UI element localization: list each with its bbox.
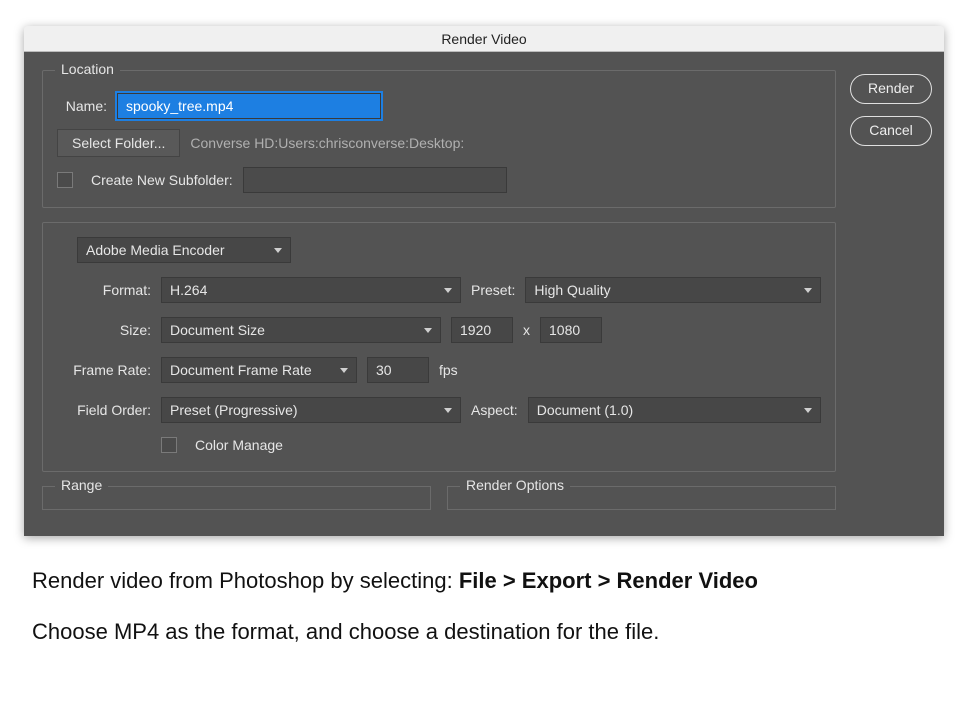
framerate-label: Frame Rate: xyxy=(57,362,151,378)
height-value: 1080 xyxy=(549,322,580,338)
caption: Render video from Photoshop by selecting… xyxy=(24,536,948,648)
location-group: Location Name: spooky_tree.mp4 Select Fo… xyxy=(42,70,836,208)
create-subfolder-label: Create New Subfolder: xyxy=(91,172,233,188)
render-button[interactable]: Render xyxy=(850,74,932,104)
render-options-legend: Render Options xyxy=(460,477,570,493)
location-legend: Location xyxy=(55,61,120,77)
width-value: 1920 xyxy=(460,322,491,338)
caption-line-1-pre: Render video from Photoshop by selecting… xyxy=(32,568,459,593)
chevron-down-icon xyxy=(340,368,348,373)
dialog-title: Render Video xyxy=(441,31,526,47)
size-select[interactable]: Document Size xyxy=(161,317,441,343)
name-label: Name: xyxy=(57,98,107,114)
chevron-down-icon xyxy=(804,408,812,413)
select-folder-button-label: Select Folder... xyxy=(72,135,165,151)
aspect-select-value: Document (1.0) xyxy=(537,402,633,418)
aspect-select[interactable]: Document (1.0) xyxy=(528,397,821,423)
chevron-down-icon xyxy=(444,288,452,293)
subfolder-name-input[interactable] xyxy=(243,167,507,193)
render-button-label: Render xyxy=(868,80,914,96)
chevron-down-icon xyxy=(444,408,452,413)
chevron-down-icon xyxy=(424,328,432,333)
cancel-button-label: Cancel xyxy=(869,122,913,138)
preset-select-value: High Quality xyxy=(534,282,610,298)
preset-select[interactable]: High Quality xyxy=(525,277,821,303)
encoder-select[interactable]: Adobe Media Encoder xyxy=(77,237,291,263)
size-select-value: Document Size xyxy=(170,322,265,338)
caption-line-1-bold: File > Export > Render Video xyxy=(459,568,758,593)
fps-value: 30 xyxy=(376,362,392,378)
chevron-down-icon xyxy=(274,248,282,253)
framerate-select[interactable]: Document Frame Rate xyxy=(161,357,357,383)
format-select-value: H.264 xyxy=(170,282,207,298)
encoder-select-value: Adobe Media Encoder xyxy=(86,242,225,258)
color-manage-label: Color Manage xyxy=(195,437,283,453)
chevron-down-icon xyxy=(804,288,812,293)
dialog-titlebar: Render Video xyxy=(24,26,944,52)
render-video-dialog: Render Video Location Name: spooky_tree.… xyxy=(24,26,944,536)
range-group: Range xyxy=(42,486,431,510)
fieldorder-select-value: Preset (Progressive) xyxy=(170,402,298,418)
caption-line-2: Choose MP4 as the format, and choose a d… xyxy=(32,615,948,648)
folder-path: Converse HD:Users:chrisconverse:Desktop: xyxy=(190,135,464,151)
size-label: Size: xyxy=(57,322,151,338)
size-x: x xyxy=(523,322,530,338)
format-label: Format: xyxy=(57,282,151,298)
settings-group: Adobe Media Encoder Format: H.264 Preset… xyxy=(42,222,836,472)
cancel-button[interactable]: Cancel xyxy=(850,116,932,146)
create-subfolder-checkbox[interactable] xyxy=(57,172,73,188)
name-input-value: spooky_tree.mp4 xyxy=(126,98,233,114)
framerate-select-value: Document Frame Rate xyxy=(170,362,312,378)
aspect-label: Aspect: xyxy=(471,402,518,418)
fps-input[interactable]: 30 xyxy=(367,357,429,383)
format-select[interactable]: H.264 xyxy=(161,277,461,303)
width-input[interactable]: 1920 xyxy=(451,317,513,343)
preset-label: Preset: xyxy=(471,282,515,298)
select-folder-button[interactable]: Select Folder... xyxy=(57,129,180,157)
caption-line-1: Render video from Photoshop by selecting… xyxy=(32,564,948,597)
range-legend: Range xyxy=(55,477,108,493)
dialog-body: Location Name: spooky_tree.mp4 Select Fo… xyxy=(24,52,944,536)
height-input[interactable]: 1080 xyxy=(540,317,602,343)
name-input[interactable]: spooky_tree.mp4 xyxy=(117,93,381,119)
color-manage-checkbox[interactable] xyxy=(161,437,177,453)
fieldorder-label: Field Order: xyxy=(57,402,151,418)
fps-unit: fps xyxy=(439,362,458,378)
fieldorder-select[interactable]: Preset (Progressive) xyxy=(161,397,461,423)
render-options-group: Render Options xyxy=(447,486,836,510)
bottom-groups: Range Render Options xyxy=(42,486,836,510)
